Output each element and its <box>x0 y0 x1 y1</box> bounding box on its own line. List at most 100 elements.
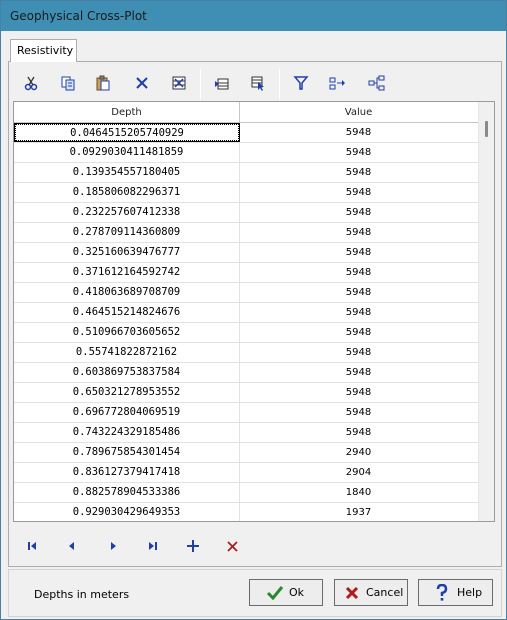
value-cell[interactable]: 5948 <box>240 223 477 242</box>
first-record-icon[interactable] <box>21 536 43 556</box>
table-row[interactable]: 0.929030429649353 1937 <box>14 503 479 521</box>
ok-label: Ok <box>289 586 305 599</box>
cancel-label: Cancel <box>366 586 404 599</box>
value-cell[interactable]: 2904 <box>240 463 477 482</box>
depth-cell[interactable]: 0.55741822872162 <box>14 343 240 362</box>
table-row[interactable]: 0.371612164592742 5948 <box>14 263 479 283</box>
previous-record-icon[interactable] <box>60 536 82 556</box>
cut-icon[interactable] <box>19 71 43 95</box>
value-cell[interactable]: 5948 <box>240 383 477 402</box>
value-cell[interactable]: 5948 <box>240 403 477 422</box>
table-row[interactable]: 0.232257607412338 5948 <box>14 203 479 223</box>
add-record-icon[interactable] <box>182 536 204 556</box>
grid-rows: 0.0464515205740929 5948 0.0929030411481859… <box>14 123 479 521</box>
depth-cell[interactable]: 0.510966703605652 <box>14 323 240 342</box>
table-row[interactable]: 0.789675854301454 2940 <box>14 443 479 463</box>
record-navigator <box>19 534 259 558</box>
cancel-button[interactable]: Cancel <box>334 579 408 606</box>
expand-icon[interactable] <box>326 71 350 95</box>
insert-row-icon[interactable] <box>210 71 234 95</box>
depth-cell[interactable]: 0.185806082296371 <box>14 183 240 202</box>
depth-cell[interactable]: 0.464515214824676 <box>14 303 240 322</box>
tree-icon[interactable] <box>365 71 389 95</box>
table-row[interactable]: 0.55741822872162 5948 <box>14 343 479 363</box>
value-cell[interactable]: 1840 <box>240 483 477 502</box>
table-row[interactable]: 0.325160639476777 5948 <box>14 243 479 263</box>
table-row[interactable]: 0.510966703605652 5948 <box>14 323 479 343</box>
table-row[interactable]: 0.139354557180405 5948 <box>14 163 479 183</box>
depth-cell[interactable]: 0.0464515205740929 <box>14 123 240 142</box>
value-cell[interactable]: 5948 <box>240 163 477 182</box>
toolbar-separator <box>200 69 201 99</box>
table-row[interactable]: 0.0929030411481859 5948 <box>14 143 479 163</box>
status-text: Depths in meters <box>34 588 130 601</box>
depth-cell[interactable]: 0.278709114360809 <box>14 223 240 242</box>
status-bar: Depths in meters Ok Cancel Help <box>8 569 502 617</box>
value-cell[interactable]: 5948 <box>240 183 477 202</box>
last-record-icon[interactable] <box>142 536 164 556</box>
cancel-x-icon <box>341 583 363 603</box>
window-title: Geophysical Cross-Plot <box>10 9 147 23</box>
depth-cell[interactable]: 0.929030429649353 <box>14 503 240 521</box>
help-button[interactable]: Help <box>418 579 493 606</box>
depth-cell[interactable]: 0.789675854301454 <box>14 443 240 462</box>
toolbar <box>13 65 493 101</box>
depth-cell[interactable]: 0.418063689708709 <box>14 283 240 302</box>
value-cell[interactable]: 5948 <box>240 263 477 282</box>
depth-cell[interactable]: 0.139354557180405 <box>14 163 240 182</box>
depth-cell[interactable]: 0.325160639476777 <box>14 243 240 262</box>
title-bar[interactable]: Geophysical Cross-Plot <box>1 1 506 31</box>
depth-cell[interactable]: 0.371612164592742 <box>14 263 240 282</box>
table-row[interactable]: 0.603869753837584 5948 <box>14 363 479 383</box>
delete-icon[interactable] <box>130 71 154 95</box>
value-cell[interactable]: 1937 <box>240 503 477 521</box>
value-cell[interactable]: 5948 <box>240 283 477 302</box>
value-cell[interactable]: 5948 <box>240 323 477 342</box>
table-row[interactable]: 0.696772804069519 5948 <box>14 403 479 423</box>
grid-header: Depth Value <box>14 102 479 123</box>
value-cell[interactable]: 2940 <box>240 443 477 462</box>
value-cell[interactable]: 5948 <box>240 143 477 162</box>
table-row[interactable]: 0.836127379417418 2904 <box>14 463 479 483</box>
value-cell[interactable]: 5948 <box>240 343 477 362</box>
value-cell[interactable]: 5948 <box>240 363 477 382</box>
depth-cell[interactable]: 0.0929030411481859 <box>14 143 240 162</box>
copy-icon[interactable] <box>56 71 80 95</box>
value-cell[interactable]: 5948 <box>240 203 477 222</box>
value-cell[interactable]: 5948 <box>240 123 477 142</box>
table-row[interactable]: 0.185806082296371 5948 <box>14 183 479 203</box>
depth-cell[interactable]: 0.882578904533386 <box>14 483 240 502</box>
table-row[interactable]: 0.0464515205740929 5948 <box>14 123 479 143</box>
table-row[interactable]: 0.882578904533386 1840 <box>14 483 479 503</box>
ok-button[interactable]: Ok <box>249 579 323 606</box>
help-label: Help <box>457 586 483 599</box>
delete-record-icon[interactable] <box>221 536 243 556</box>
depth-cell[interactable]: 0.743224329185486 <box>14 423 240 442</box>
value-cell[interactable]: 5948 <box>240 243 477 262</box>
table-row[interactable]: 0.278709114360809 5948 <box>14 223 479 243</box>
question-icon <box>431 583 453 603</box>
tab-resistivity[interactable]: Resistivity <box>10 39 77 62</box>
depth-cell[interactable]: 0.836127379417418 <box>14 463 240 482</box>
scrollbar-thumb[interactable] <box>485 121 488 137</box>
value-cell[interactable]: 5948 <box>240 423 477 442</box>
paste-icon[interactable] <box>91 71 115 95</box>
toolbar-separator <box>279 69 280 99</box>
table-row[interactable]: 0.743224329185486 5948 <box>14 423 479 443</box>
table-row[interactable]: 0.464515214824676 5948 <box>14 303 479 323</box>
depth-cell[interactable]: 0.232257607412338 <box>14 203 240 222</box>
select-icon[interactable] <box>246 71 270 95</box>
column-header-value[interactable]: Value <box>240 102 477 123</box>
table-row[interactable]: 0.418063689708709 5948 <box>14 283 479 303</box>
delete-column-icon[interactable] <box>167 71 191 95</box>
data-grid[interactable]: Depth Value 0.0464515205740929 5948 0.0929… <box>13 101 495 522</box>
column-header-depth[interactable]: Depth <box>14 102 240 123</box>
depth-cell[interactable]: 0.650321278953552 <box>14 383 240 402</box>
depth-cell[interactable]: 0.696772804069519 <box>14 403 240 422</box>
filter-icon[interactable] <box>289 71 313 95</box>
next-record-icon[interactable] <box>103 536 125 556</box>
depth-cell[interactable]: 0.603869753837584 <box>14 363 240 382</box>
value-cell[interactable]: 5948 <box>240 303 477 322</box>
table-row[interactable]: 0.650321278953552 5948 <box>14 383 479 403</box>
vertical-scrollbar[interactable] <box>478 102 494 521</box>
